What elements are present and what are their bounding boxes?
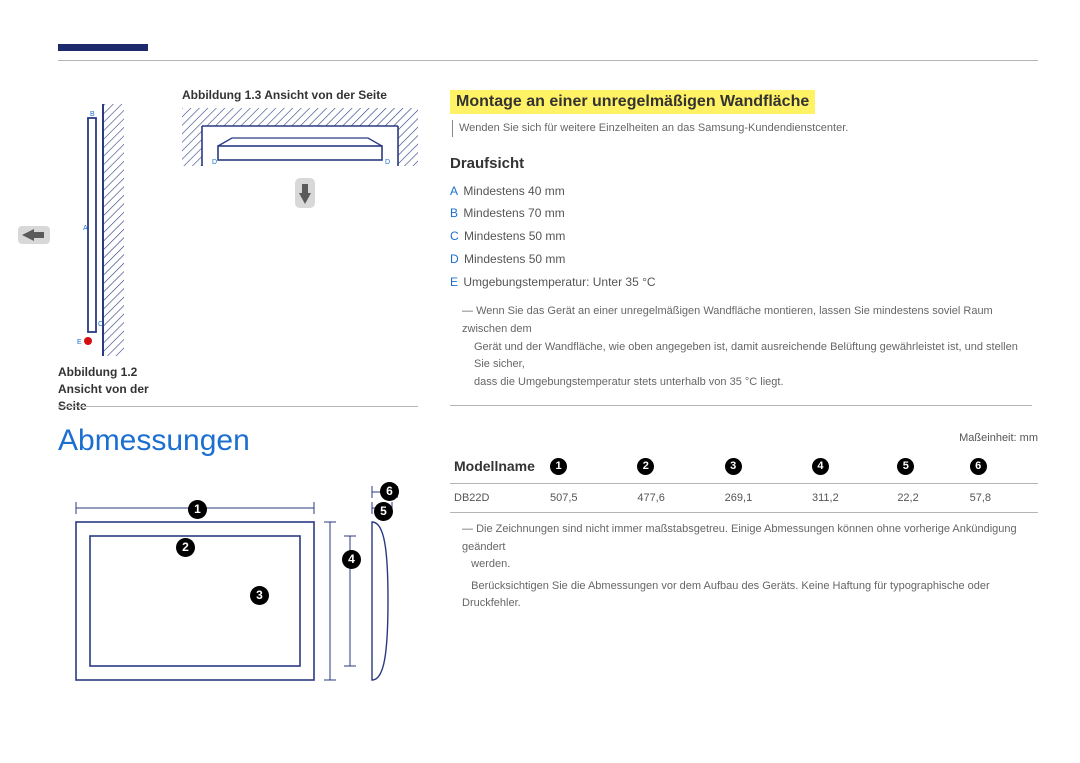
col-header-num: 6 (970, 458, 987, 475)
spec-value: Mindestens 70 mm (463, 206, 564, 220)
footnote-line: werden. (471, 558, 510, 570)
dim-value: 477,6 (633, 484, 720, 513)
note-line: Gerät und der Wandfläche, wie oben angeg… (462, 339, 1032, 374)
dim-value: 311,2 (808, 484, 893, 513)
mounting-long-note: ― Wenn Sie das Gerät an einer unregelmäß… (450, 303, 1032, 391)
dim-value: 507,5 (546, 484, 633, 513)
dim-value: 57,8 (966, 484, 1038, 513)
mounting-title: Montage an einer unregelmäßigen Wandfläc… (450, 90, 815, 114)
figure-divider (58, 406, 418, 407)
svg-text:D: D (212, 159, 217, 166)
spec-value: Umgebungstemperatur: Unter 35 °C (463, 275, 655, 289)
col-header-num: 3 (725, 458, 742, 475)
dimensions-table: Modellname 1 2 3 4 5 6 DB22D 507,5 477,6… (450, 448, 1038, 513)
model-name: DB22D (450, 484, 546, 513)
dim-value: 22,2 (893, 484, 965, 513)
spec-key: E (450, 275, 458, 289)
spec-key: D (450, 252, 459, 266)
col-header-num: 4 (812, 458, 829, 475)
dimensions-footnotes: ― Die Zeichnungen sind nicht immer maßst… (450, 521, 1038, 613)
col-header-num: 2 (637, 458, 654, 475)
accent-bar (58, 44, 148, 51)
footnote-line: Die Zeichnungen sind nicht immer maßstab… (462, 523, 1017, 553)
figure13-caption: Abbildung 1.3 Ansicht von der Seite (182, 88, 387, 102)
spec-key: B (450, 206, 458, 220)
dimensions-figure: 1 2 3 4 5 6 (58, 478, 398, 698)
figure-side-view: B A C E (62, 104, 124, 356)
svg-text:A: A (83, 225, 88, 232)
spec-value: Mindestens 50 mm (464, 229, 565, 243)
svg-text:E: E (77, 339, 82, 346)
mounting-subheading: Draufsicht (450, 155, 1032, 172)
section-title-dimensions: Abmessungen (58, 424, 250, 458)
dim-callout-4: 4 (342, 550, 361, 569)
unit-label: Maßeinheit: mm (450, 432, 1038, 444)
spec-key: C (450, 229, 459, 243)
top-rule (58, 60, 1038, 61)
dim-callout-2: 2 (176, 538, 195, 557)
col-header-model: Modellname (450, 448, 546, 484)
dim-value: 269,1 (721, 484, 808, 513)
right-divider (450, 405, 1032, 406)
dim-callout-3: 3 (250, 586, 269, 605)
col-header-num: 5 (897, 458, 914, 475)
arrow-down-icon (292, 176, 318, 215)
dim-callout-5: 5 (374, 502, 393, 521)
svg-text:D: D (385, 159, 390, 166)
dim-callout-6: 6 (380, 482, 399, 501)
spec-value: Mindestens 50 mm (464, 252, 565, 266)
col-header-num: 1 (550, 458, 567, 475)
svg-text:C: C (98, 321, 103, 328)
dim-callout-1: 1 (188, 500, 207, 519)
spec-value: Mindestens 40 mm (463, 184, 564, 198)
arrow-left-icon (14, 222, 54, 253)
note-line: Wenn Sie das Gerät an einer unregelmäßig… (462, 305, 993, 335)
clearance-spec-list: A Mindestens 40 mm B Mindestens 70 mm C … (450, 180, 1032, 294)
svg-text:B: B (90, 111, 95, 118)
note-line: dass die Umgebungstemperatur stets unter… (462, 374, 1032, 392)
footnote-line: Berücksichtigen Sie die Abmessungen vor … (462, 580, 990, 610)
mounting-contact-note: Wenden Sie sich für weitere Einzelheiten… (452, 120, 1032, 137)
table-row: DB22D 507,5 477,6 269,1 311,2 22,2 57,8 (450, 484, 1038, 513)
spec-key: A (450, 184, 458, 198)
